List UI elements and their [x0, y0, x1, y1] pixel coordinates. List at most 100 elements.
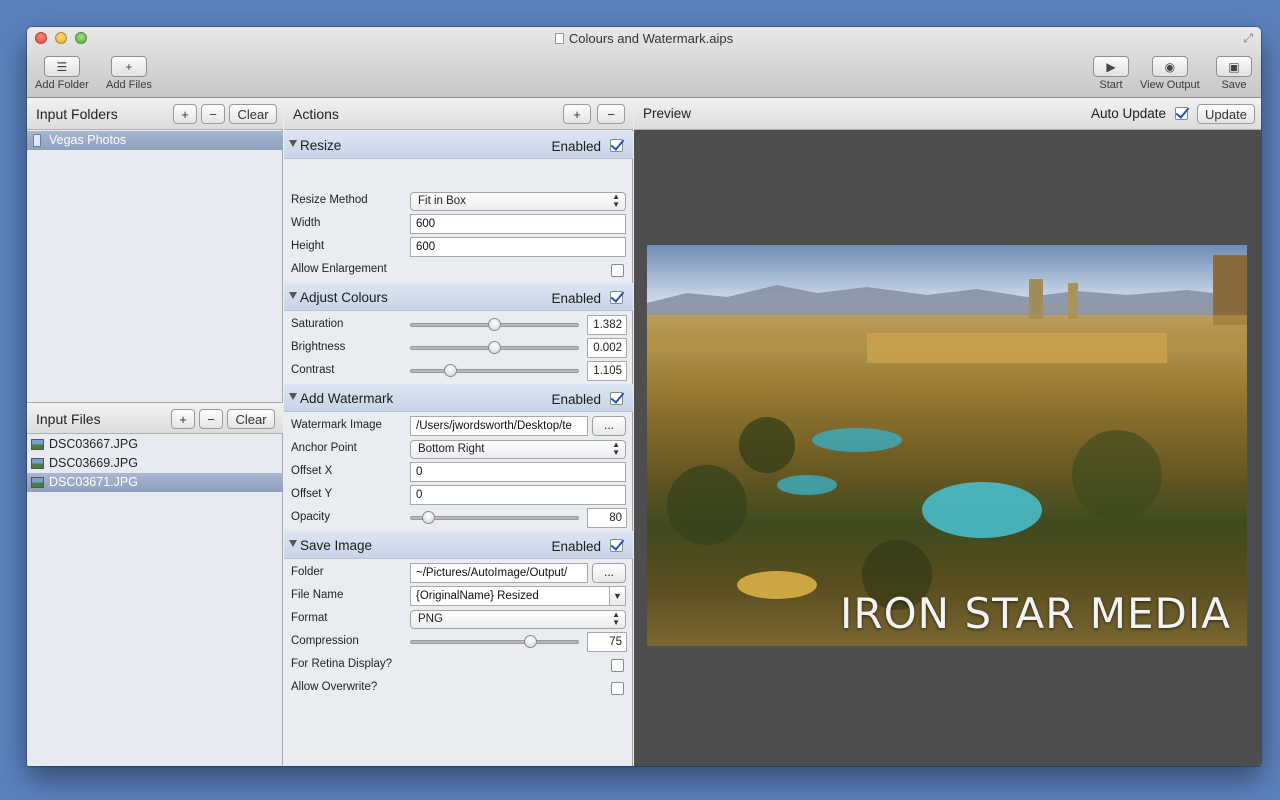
chevron-down-icon[interactable]: ▼	[609, 587, 625, 605]
image-file-icon	[31, 477, 44, 488]
list-icon: ☰	[43, 56, 80, 77]
output-folder-field[interactable]: ~/Pictures/AutoImage/Output/	[410, 563, 588, 583]
updown-arrows-icon: ▲ ▼	[612, 192, 620, 209]
retina-label: For Retina Display?	[291, 658, 392, 670]
image-file-icon	[31, 458, 44, 469]
add-watermark-section-header[interactable]: Add Watermark Enabled	[284, 384, 633, 412]
start-button[interactable]: ▶ Start	[1093, 56, 1129, 91]
actions-panel: Actions + − Resize Enabled Resize Method…	[284, 98, 633, 766]
slider-knob[interactable]	[523, 635, 537, 648]
file-item[interactable]: DSC03667.JPG	[27, 435, 283, 454]
anchor-point-label: Anchor Point	[291, 442, 357, 454]
folder-icon	[33, 134, 41, 147]
width-label: Width	[291, 217, 321, 229]
clear-files-button[interactable]: Clear	[227, 409, 275, 429]
view-output-button[interactable]: ◉ View Output	[1140, 56, 1200, 91]
left-sidebar: Input Folders + − Clear Vegas Photos Inp…	[27, 98, 283, 766]
colours-enabled-checkbox[interactable]	[610, 291, 623, 304]
clear-folders-button[interactable]: Clear	[229, 104, 277, 124]
disclosure-triangle-icon[interactable]	[289, 292, 297, 299]
file-name-combo[interactable]: {OriginalName} Resized ▼	[410, 586, 626, 606]
retina-checkbox[interactable]	[611, 659, 624, 672]
browse-folder-button[interactable]: ...	[592, 563, 626, 583]
updown-arrows-icon: ▲ ▼	[612, 440, 620, 457]
file-name-label: File Name	[291, 589, 344, 601]
add-folder-button[interactable]: ☰ Add Folder	[35, 56, 89, 91]
anchor-point-select[interactable]: Bottom Right ▲ ▼	[410, 440, 626, 459]
format-select[interactable]: PNG ▲ ▼	[410, 610, 626, 629]
add-file-small-button[interactable]: +	[171, 409, 195, 429]
allow-enlargement-label: Allow Enlargement	[291, 263, 387, 275]
add-action-button[interactable]: +	[563, 104, 591, 124]
save-image-section-header[interactable]: Save Image Enabled	[284, 531, 633, 559]
auto-update-checkbox[interactable]	[1175, 107, 1188, 120]
width-field[interactable]: 600	[410, 214, 626, 234]
photo-scene	[647, 255, 1247, 610]
preview-panel: Preview Auto Update Update IRON STAR MED…	[634, 98, 1261, 766]
app-window: Colours and Watermark.aips ⤢ ☰ Add Folde…	[27, 27, 1261, 766]
adjust-colours-section-header[interactable]: Adjust Colours Enabled	[284, 283, 633, 311]
slider-knob[interactable]	[488, 318, 501, 331]
auto-update-label: Auto Update	[1091, 106, 1167, 121]
saturation-value-field[interactable]: 1.382	[587, 315, 627, 335]
contrast-label: Contrast	[291, 364, 335, 376]
slider-knob[interactable]	[488, 341, 501, 354]
remove-folder-button[interactable]: −	[201, 104, 225, 124]
disclosure-triangle-icon[interactable]	[289, 540, 297, 547]
resize-section-header[interactable]: Resize Enabled	[284, 131, 633, 159]
overwrite-label: Allow Overwrite?	[291, 681, 378, 693]
file-item-selected[interactable]: DSC03671.JPG	[27, 473, 283, 492]
save-enabled-checkbox[interactable]	[610, 539, 623, 552]
format-label: Format	[291, 612, 328, 624]
add-files-button[interactable]: + Add Files	[106, 56, 152, 91]
allow-enlargement-checkbox[interactable]	[611, 264, 624, 277]
preview-header: Preview Auto Update Update	[634, 98, 1261, 130]
folder-item[interactable]: Vegas Photos	[27, 131, 283, 150]
compression-value-field[interactable]: 75	[587, 632, 627, 652]
remove-file-button[interactable]: −	[199, 409, 223, 429]
offset-y-label: Offset Y	[291, 488, 333, 500]
remove-action-button[interactable]: −	[597, 104, 625, 124]
actions-header: Actions + −	[284, 98, 633, 130]
opacity-value-field[interactable]: 80	[587, 508, 627, 528]
height-field[interactable]: 600	[410, 237, 626, 257]
slider-knob[interactable]	[422, 511, 436, 524]
disk-icon: ▣	[1216, 56, 1252, 77]
brightness-slider[interactable]	[410, 341, 579, 354]
save-button[interactable]: ▣ Save	[1216, 56, 1252, 91]
compression-slider[interactable]	[410, 635, 579, 648]
brightness-value-field[interactable]: 0.002	[587, 338, 627, 358]
magnifier-icon: ◉	[1151, 56, 1188, 77]
file-item[interactable]: DSC03669.JPG	[27, 454, 283, 473]
saturation-label: Saturation	[291, 318, 344, 330]
saturation-slider[interactable]	[410, 318, 579, 331]
add-folder-small-button[interactable]: +	[173, 104, 197, 124]
offset-y-field[interactable]: 0	[410, 485, 626, 505]
opacity-label: Opacity	[291, 511, 330, 523]
preview-image: IRON STAR MEDIA	[647, 245, 1247, 646]
slider-knob[interactable]	[444, 364, 458, 377]
image-file-icon	[31, 439, 44, 450]
folder-label: Folder	[291, 566, 324, 578]
watermark-enabled-checkbox[interactable]	[610, 392, 623, 405]
watermark-image-field[interactable]: /Users/jwordsworth/Desktop/te	[410, 416, 588, 436]
offset-x-field[interactable]: 0	[410, 462, 626, 482]
fullscreen-icon[interactable]: ⤢	[1243, 31, 1253, 46]
update-button[interactable]: Update	[1197, 104, 1255, 124]
opacity-slider[interactable]	[410, 511, 579, 524]
contrast-value-field[interactable]: 1.105	[587, 361, 627, 381]
watermark-image-label: Watermark Image	[291, 419, 382, 431]
resize-method-select[interactable]: Fit in Box ▲ ▼	[410, 192, 626, 211]
play-icon: ▶	[1093, 56, 1129, 77]
disclosure-triangle-icon[interactable]	[289, 393, 297, 400]
resize-enabled-checkbox[interactable]	[610, 139, 623, 152]
browse-watermark-button[interactable]: ...	[592, 416, 626, 436]
overwrite-checkbox[interactable]	[611, 682, 624, 695]
input-files-header: Input Files + − Clear	[27, 402, 283, 434]
plus-icon: +	[110, 56, 147, 77]
resize-method-label: Resize Method	[291, 194, 368, 206]
contrast-slider[interactable]	[410, 364, 579, 377]
watermark-text: IRON STAR MEDIA	[840, 589, 1231, 638]
disclosure-triangle-icon[interactable]	[289, 140, 297, 147]
height-label: Height	[291, 240, 325, 252]
